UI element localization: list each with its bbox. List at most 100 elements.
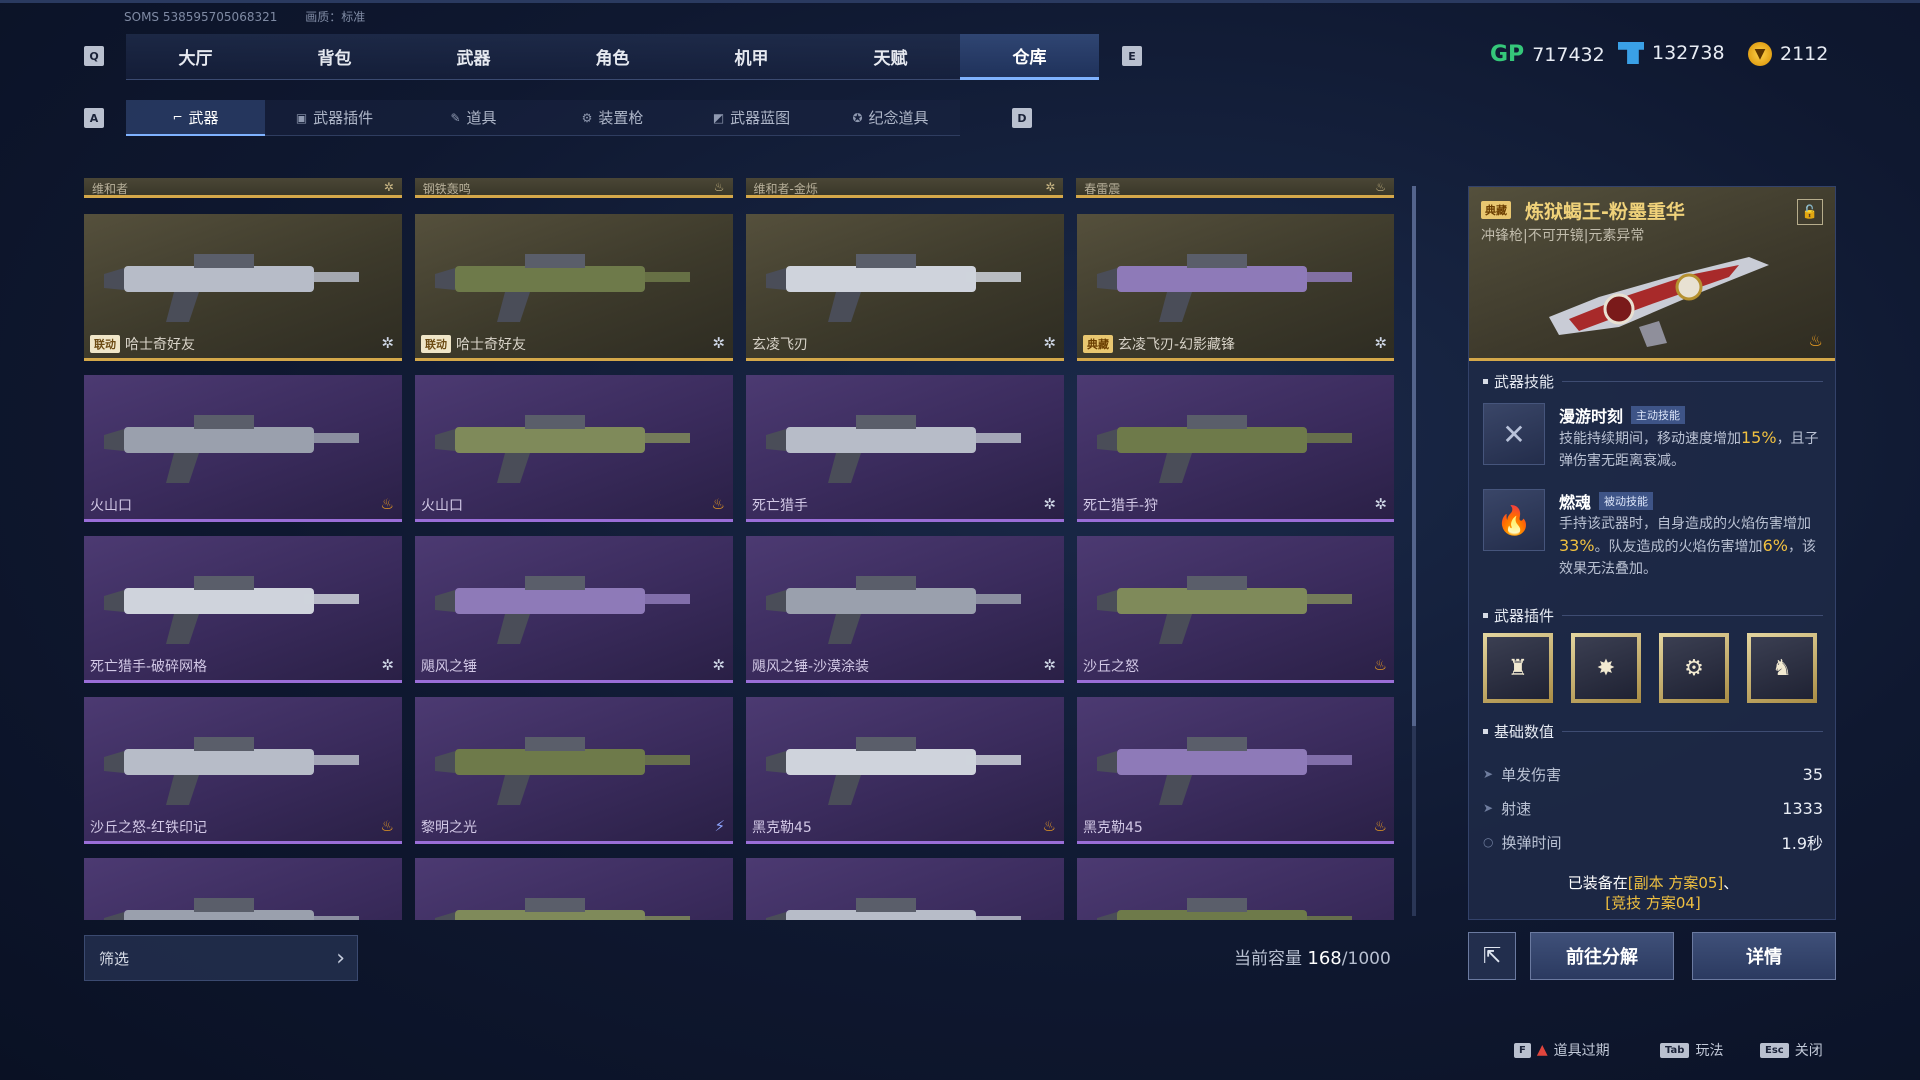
- fire-icon: ♨: [1375, 180, 1386, 194]
- prev-tab-key[interactable]: Q: [84, 46, 104, 66]
- subtab-weapons[interactable]: ⌐ 武器: [126, 100, 265, 136]
- tab-warehouse[interactable]: 仓库: [960, 34, 1099, 80]
- hint-gameplay[interactable]: Tab 玩法: [1660, 1040, 1723, 1060]
- weapon-card[interactable]: 沙丘之怒-红铁印记 ♨: [84, 697, 402, 844]
- subtab-weapon-plugins[interactable]: ▣ 武器插件: [265, 100, 404, 136]
- grid-scrollbar[interactable]: [1412, 186, 1416, 916]
- section-label: 武器技能: [1494, 373, 1555, 391]
- next-subtab-key[interactable]: D: [1012, 108, 1032, 128]
- partial-card-name: 维和者: [92, 182, 129, 196]
- external-link-icon: ⇱: [1482, 943, 1502, 969]
- capacity-total: 1000: [1347, 949, 1391, 969]
- weapon-card[interactable]: 黑克勒45 ♨: [746, 697, 1064, 844]
- weapon-card[interactable]: [746, 858, 1064, 920]
- tab-lobby[interactable]: 大厅: [126, 34, 265, 80]
- weapon-name-text: 黎明之光: [421, 820, 477, 836]
- reload-icon: ○: [1483, 835, 1494, 849]
- tab-characters[interactable]: 角色: [543, 34, 682, 80]
- weapon-name-text: 哈士奇好友: [456, 337, 526, 353]
- weapon-name: 联动 哈士奇好友: [90, 334, 195, 354]
- weapon-name: 黎明之光: [421, 817, 477, 837]
- subtab-label: 武器蓝图: [730, 109, 791, 127]
- weapon-card[interactable]: 沙丘之怒 ♨: [1077, 536, 1394, 683]
- weapon-card[interactable]: 黎明之光 ⚡: [415, 697, 733, 844]
- base-stats: ➤ 单发伤害 35 ➤ 射速 1333 ○ 换弹时间 1.9秒: [1483, 757, 1823, 859]
- plugin-slot[interactable]: ♜: [1483, 633, 1553, 703]
- tab-backpack[interactable]: 背包: [265, 34, 404, 80]
- weapon-card[interactable]: [415, 858, 733, 920]
- decompose-button[interactable]: 前往分解: [1530, 932, 1674, 980]
- equipped-label: 已装备在: [1567, 874, 1628, 892]
- tab-mecha[interactable]: 机甲: [682, 34, 821, 80]
- weapon-card[interactable]: 死亡猎手-狩 ✲: [1077, 375, 1394, 522]
- next-tab-key[interactable]: E: [1122, 46, 1142, 66]
- subtab-items[interactable]: ✎ 道具: [404, 100, 543, 136]
- details-button[interactable]: 详情: [1692, 932, 1836, 980]
- partial-card[interactable]: 春雷震 ♨: [1076, 178, 1394, 198]
- gp-amount: 717432: [1532, 43, 1605, 66]
- weapon-image: [435, 576, 690, 644]
- weapon-name: 玄凌飞刃: [752, 334, 808, 354]
- weapon-name-text: 死亡猎手-狩: [1083, 498, 1159, 514]
- weapon-preview-image: [1549, 257, 1769, 347]
- subtab-souvenirs[interactable]: ✪ 纪念道具: [821, 100, 960, 136]
- weapon-name: 飓风之锤-沙漠涂装: [752, 656, 869, 676]
- plugin-slot[interactable]: ♞: [1747, 633, 1817, 703]
- weapon-grid-viewport[interactable]: 联动 哈士奇好友 ✲ 联动 哈士奇好友 ✲ 玄凌飞刃 ✲ 典藏 玄凌飞刃-幻影藏锋 ✲ 火山口 ♨ 火山口…: [84, 214, 1394, 920]
- scrollbar-thumb[interactable]: [1412, 186, 1416, 726]
- weapon-card[interactable]: 飓风之锤-沙漠涂装 ✲: [746, 536, 1064, 683]
- hint-close[interactable]: Esc 关闭: [1760, 1040, 1823, 1060]
- tab-weapons[interactable]: 武器: [404, 34, 543, 80]
- weapon-card[interactable]: [84, 858, 402, 920]
- plugin-slot[interactable]: ✸: [1571, 633, 1641, 703]
- filter-button[interactable]: 筛选 ›: [84, 935, 358, 981]
- weapon-grid: 联动 哈士奇好友 ✲ 联动 哈士奇好友 ✲ 玄凌飞刃 ✲ 典藏 玄凌飞刃-幻影藏锋 ✲ 火山口 ♨ 火山口…: [84, 214, 1394, 920]
- partial-card[interactable]: 维和者-金烁 ✲: [745, 178, 1064, 198]
- weapon-card[interactable]: 死亡猎手 ✲: [746, 375, 1064, 522]
- weapon-card[interactable]: 飓风之锤 ✲: [415, 536, 733, 683]
- weapon-tag: 联动: [90, 335, 120, 353]
- section-label: 武器插件: [1494, 607, 1555, 625]
- frost-icon: ✲: [712, 334, 725, 352]
- burst-icon: ✸: [1575, 637, 1637, 699]
- subtab-blueprints[interactable]: ◩ 武器蓝图: [682, 100, 821, 136]
- lock-icon[interactable]: 🔓: [1797, 199, 1823, 225]
- weapon-name-text: 死亡猎手-破碎网格: [90, 659, 208, 675]
- weapon-name: 黑克勒45: [1083, 817, 1143, 837]
- weapon-image: [104, 415, 359, 483]
- skill-type-badge: 主动技能: [1631, 406, 1686, 424]
- weapon-name-text: 黑克勒45: [1083, 820, 1143, 836]
- weapon-image: [435, 415, 690, 483]
- medal-icon: ✪: [852, 110, 863, 125]
- ticket-currency: 132738: [1618, 42, 1725, 64]
- weapon-card[interactable]: 火山口 ♨: [84, 375, 402, 522]
- skill-highlight: 33%: [1559, 536, 1595, 555]
- frost-icon: ✲: [1043, 656, 1056, 674]
- weapon-card[interactable]: 死亡猎手-破碎网格 ✲: [84, 536, 402, 683]
- ticket-icon: [1618, 42, 1644, 64]
- plugin-slot[interactable]: ⚙: [1659, 633, 1729, 703]
- share-button[interactable]: ⇱: [1468, 932, 1516, 980]
- hint-expired[interactable]: F ▲ 道具过期: [1514, 1040, 1610, 1060]
- hint-key: F: [1514, 1042, 1531, 1058]
- collection-tag: 典藏: [1481, 201, 1511, 219]
- weapon-card[interactable]: 玄凌飞刃 ✲: [746, 214, 1064, 361]
- tab-talents[interactable]: 天赋: [821, 34, 960, 80]
- prev-subtab-key[interactable]: A: [84, 108, 104, 128]
- subtab-device-guns[interactable]: ⚙ 装置枪: [543, 100, 682, 136]
- weapon-card[interactable]: [1077, 858, 1394, 920]
- weapon-card[interactable]: 典藏 玄凌飞刃-幻影藏锋 ✲: [1077, 214, 1394, 361]
- frost-icon: ✲: [1045, 180, 1056, 194]
- weapon-name-text: 飓风之锤-沙漠涂装: [752, 659, 870, 675]
- weapon-card[interactable]: 联动 哈士奇好友 ✲: [84, 214, 402, 361]
- weapon-card[interactable]: 联动 哈士奇好友 ✲: [415, 214, 733, 361]
- weapon-image: [1097, 415, 1352, 483]
- weapon-image: [1097, 576, 1352, 644]
- partial-card[interactable]: 维和者 ✲: [84, 178, 402, 198]
- stats-section-title: 基础数值: [1483, 721, 1823, 742]
- weapon-card[interactable]: 黑克勒45 ♨: [1077, 697, 1394, 844]
- ticket-amount: 132738: [1652, 42, 1725, 64]
- weapon-image: [435, 254, 690, 322]
- weapon-card[interactable]: 火山口 ♨: [415, 375, 733, 522]
- partial-card[interactable]: 钢铁轰鸣 ♨: [414, 178, 733, 198]
